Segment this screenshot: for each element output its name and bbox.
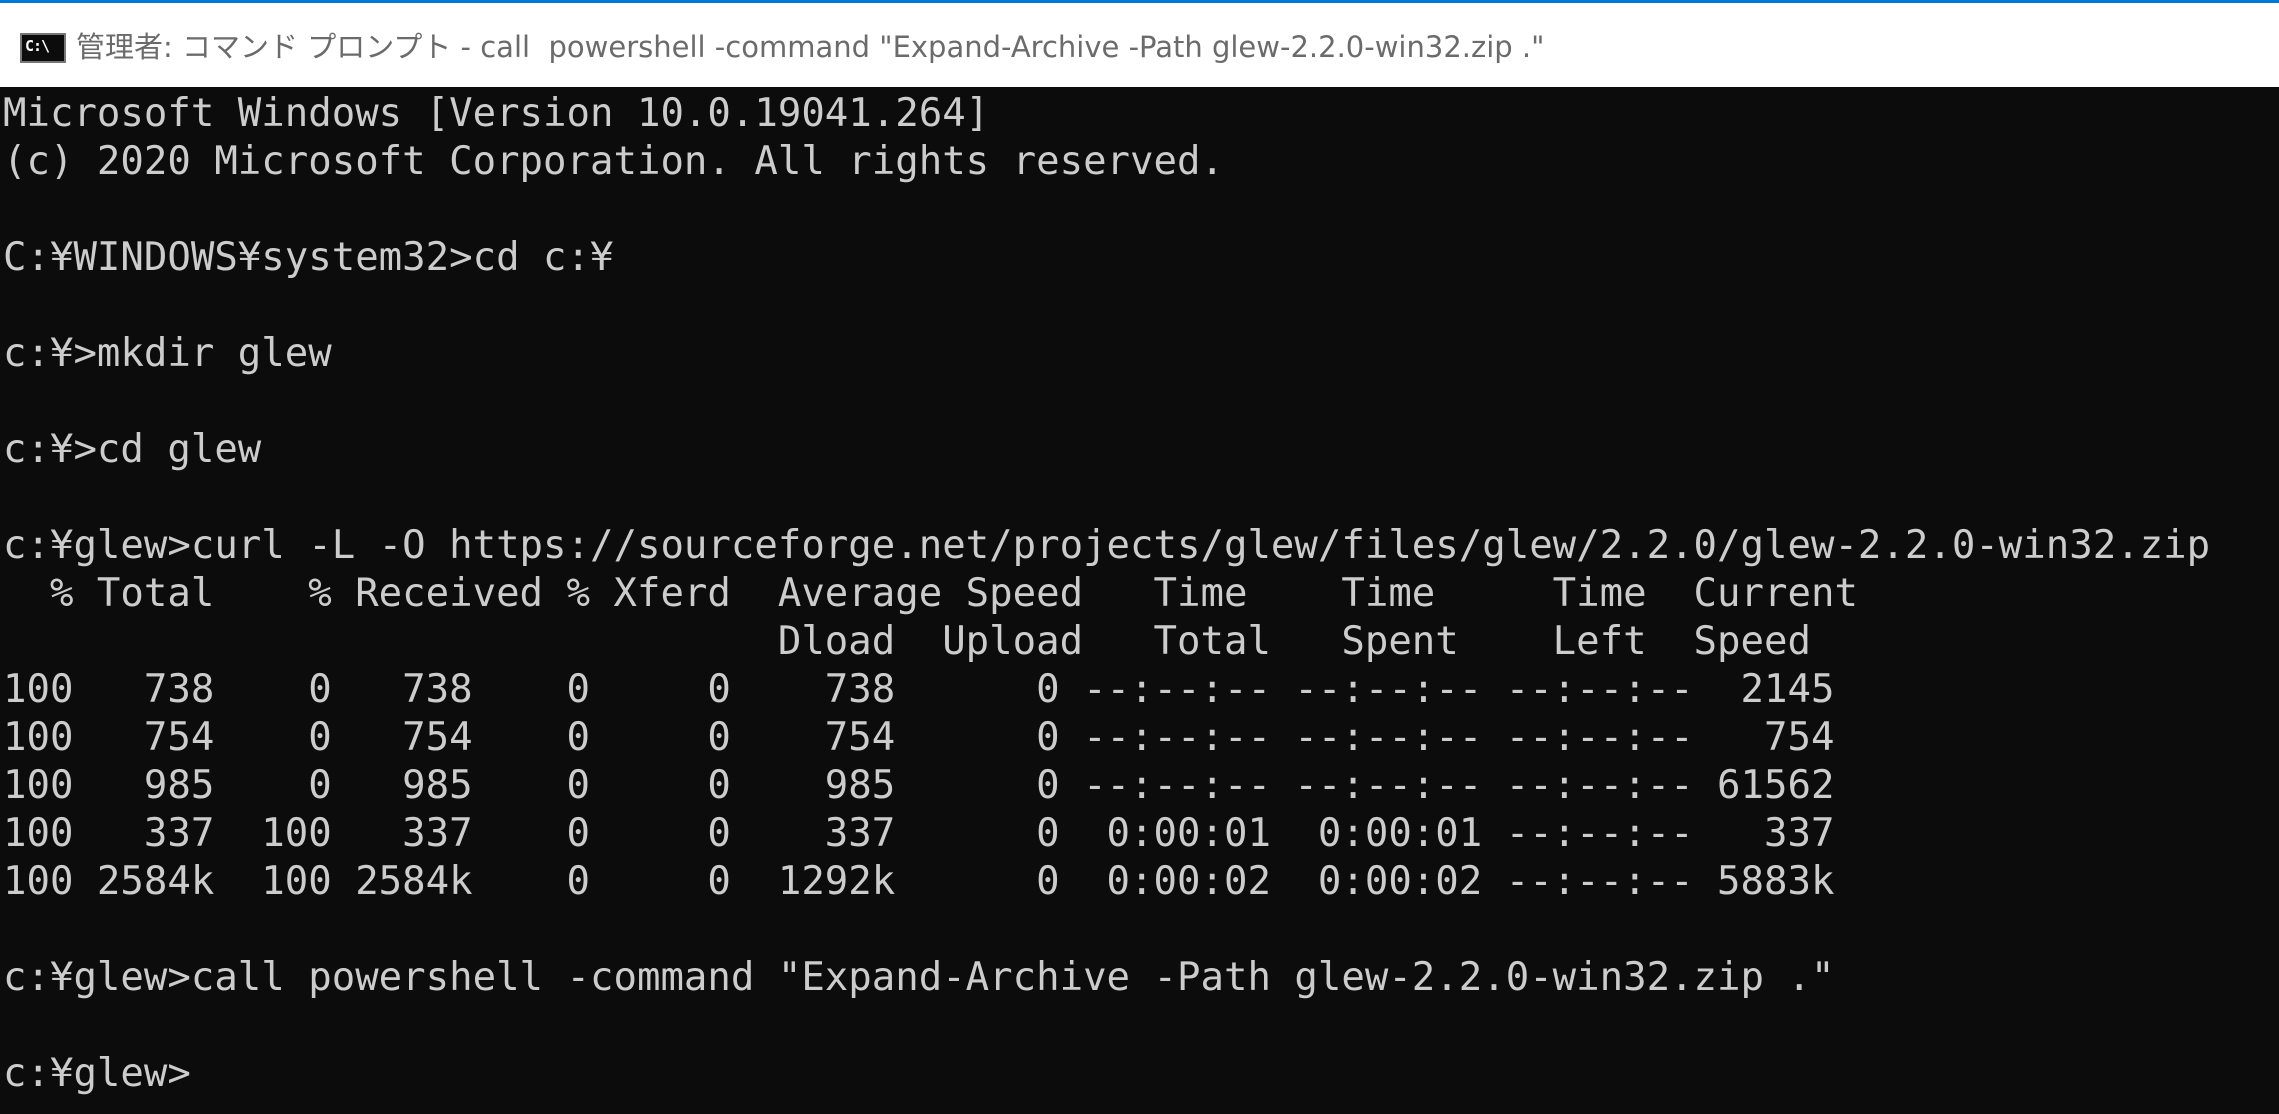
console-line-command: c:¥>cd glew bbox=[3, 427, 262, 472]
console-line-copyright: (c) 2020 Microsoft Corporation. All righ… bbox=[3, 139, 1224, 184]
curl-progress-row: 100 738 0 738 0 0 738 0 --:--:-- --:--:-… bbox=[3, 667, 1835, 712]
console-line-blank bbox=[3, 906, 2279, 954]
title-bar[interactable]: C:\ 管理者: コマンド プロンプト - call powershell -c… bbox=[0, 0, 2279, 87]
console-line-command: C:¥WINDOWS¥system32>cd c:¥ bbox=[3, 235, 614, 280]
console-line-version: Microsoft Windows [Version 10.0.19041.26… bbox=[3, 91, 990, 136]
curl-progress-row: 100 2584k 100 2584k 0 0 1292k 0 0:00:02 … bbox=[3, 859, 1835, 904]
curl-progress-header: % Total % Received % Xferd Average Speed… bbox=[3, 571, 1858, 616]
console-line-command: c:¥>mkdir glew bbox=[3, 331, 332, 376]
console-prompt[interactable]: c:¥glew> bbox=[3, 1050, 2279, 1098]
command-prompt-icon-label: C:\ bbox=[25, 37, 50, 55]
curl-progress-row: 100 754 0 754 0 0 754 0 --:--:-- --:--:-… bbox=[3, 715, 1835, 760]
console-line-blank bbox=[3, 474, 2279, 522]
curl-progress-row: 100 337 100 337 0 0 337 0 0:00:01 0:00:0… bbox=[3, 811, 1835, 856]
console-line-blank bbox=[3, 1002, 2279, 1050]
console-output[interactable]: Microsoft Windows [Version 10.0.19041.26… bbox=[3, 90, 2279, 1114]
window-title: 管理者: コマンド プロンプト - call powershell -comma… bbox=[76, 30, 1545, 64]
curl-progress-row: 100 985 0 985 0 0 985 0 --:--:-- --:--:-… bbox=[3, 763, 1835, 808]
curl-progress-subheader: Dload Upload Total Spent Left Speed bbox=[3, 619, 1811, 664]
console-line-command: c:¥glew>curl -L -O https://sourceforge.n… bbox=[3, 523, 2211, 568]
console-line-command: c:¥glew>call powershell -command "Expand… bbox=[3, 955, 1835, 1000]
console-line-blank bbox=[3, 186, 2279, 234]
console-line-blank bbox=[3, 378, 2279, 426]
command-prompt-icon[interactable]: C:\ bbox=[20, 33, 66, 63]
command-prompt-window: C:\ 管理者: コマンド プロンプト - call powershell -c… bbox=[0, 0, 2279, 1114]
console-line-blank bbox=[3, 282, 2279, 330]
